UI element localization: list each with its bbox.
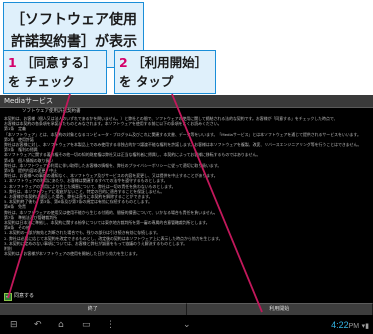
- step2-callout: 2 ［利用開始］を タップ: [114, 50, 216, 94]
- agree-row[interactable]: ✓ 同意する: [0, 291, 373, 302]
- notification-icon[interactable]: ⊟: [10, 320, 18, 330]
- terms-paragraph: 弊社はお客様に対し、本ソフトウェアを本製品上でのみ使用する非独占的かつ譲渡不能な…: [4, 142, 362, 148]
- agree-checkbox[interactable]: ✓: [4, 293, 12, 301]
- keyboard-hide-icon[interactable]: ⌄: [183, 320, 191, 330]
- recent-apps-icon[interactable]: ▭: [82, 320, 91, 330]
- step1-text: ［同意する］を チェック: [8, 55, 97, 89]
- terms-paragraph: 「本ソフトウェア」とは、本契約の対象となるコンピュータ・プログラム及びこれに関連…: [4, 131, 361, 137]
- step1-callout: 1 ［同意する］を チェック: [3, 50, 107, 94]
- clock: 4:22: [331, 320, 349, 330]
- terms-text-area[interactable]: 本契約は、お客様（個人又は法人のいずれであるかを問いません。）と弊社との間で、ソ…: [4, 116, 368, 290]
- terms-paragraph: 本契約は、お客様が本ソフトウェアの使用を開始した日から効力を生じます。: [4, 251, 140, 257]
- signal-icon: ▾▮: [361, 323, 369, 330]
- step1-number: 1: [8, 55, 17, 70]
- step2-text: ［利用開始］を タップ: [119, 55, 208, 89]
- back-icon[interactable]: ↶: [34, 320, 42, 330]
- clock-ampm: PM: [348, 323, 360, 330]
- agree-label[interactable]: 同意する: [14, 292, 34, 301]
- menu-icon[interactable]: ⋮: [106, 320, 115, 330]
- home-icon[interactable]: ⌂: [58, 320, 64, 330]
- agreement-heading: ソフトウェア使用許諾契約書: [22, 109, 81, 114]
- start-using-button[interactable]: 利用開始: [186, 303, 373, 315]
- step2-number: 2: [119, 55, 128, 70]
- dialog-title: Mediaサービス: [0, 95, 373, 108]
- exit-button[interactable]: 終了: [0, 303, 187, 315]
- dialog-buttons: 終了 利用開始: [0, 303, 373, 315]
- tablet-screen: Mediaサービス ソフトウェア使用許諾契約書 本契約は、お客様（個人又は法人の…: [0, 95, 373, 334]
- system-navigation-bar: ⊟ ↶ ⌂ ▭ ⋮ ⌄ 4:22PM ▾▮: [0, 316, 373, 334]
- status-area[interactable]: 4:22PM ▾▮: [331, 319, 369, 333]
